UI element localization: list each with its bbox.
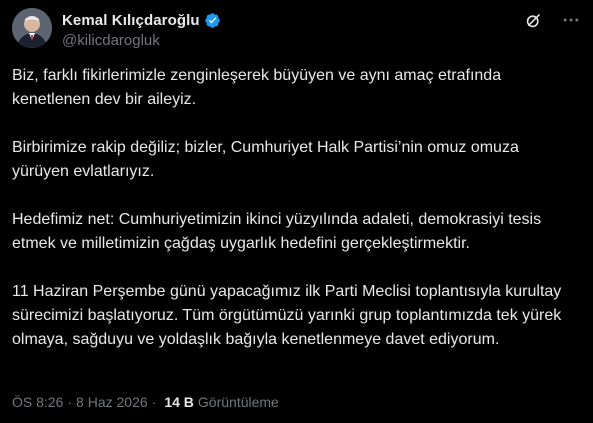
tweet-date[interactable]: 8 Haz 2026: [76, 394, 148, 410]
tweet-paragraph: Birbirimize rakip değiliz; bizler, Cumhu…: [12, 139, 519, 180]
display-name[interactable]: Kemal Kılıçdaroğlu: [62, 12, 200, 29]
more-icon[interactable]: [561, 10, 581, 30]
avatar-image: [12, 8, 52, 48]
meta-separator: ·: [151, 394, 157, 410]
user-handle[interactable]: @kilicdarogluk: [62, 31, 221, 51]
views-count[interactable]: 14 B: [164, 394, 194, 410]
meta-separator: ·: [67, 394, 73, 410]
tweet-paragraph: 11 Haziran Perşembe günü yapacağımız ilk…: [12, 283, 562, 348]
header-actions: [523, 10, 581, 30]
tweet-time[interactable]: ÖS 8:26: [12, 394, 63, 410]
tweet-card: Kemal Kılıçdaroğlu @kilicdarogluk Biz, f…: [0, 0, 593, 423]
verified-badge-icon: [204, 12, 221, 29]
tweet-paragraph: Hedefimiz net: Cumhuriyetimizin ikinci y…: [12, 211, 542, 252]
user-info: Kemal Kılıçdaroğlu @kilicdarogluk: [62, 10, 221, 51]
tweet-header: Kemal Kılıçdaroğlu @kilicdarogluk: [12, 8, 581, 52]
tweet-text: Biz, farklı fikirlerimizle zenginleşerek…: [12, 64, 577, 352]
avatar[interactable]: [12, 8, 52, 48]
grok-icon[interactable]: [523, 10, 543, 30]
display-name-row: Kemal Kılıçdaroğlu: [62, 10, 221, 30]
tweet-paragraph: Biz, farklı fikirlerimizle zenginleşerek…: [12, 67, 502, 108]
tweet-meta: ÖS 8:26 · 8 Haz 2026 · 14 B Görüntüleme: [12, 392, 279, 412]
views-label: Görüntüleme: [197, 394, 279, 410]
